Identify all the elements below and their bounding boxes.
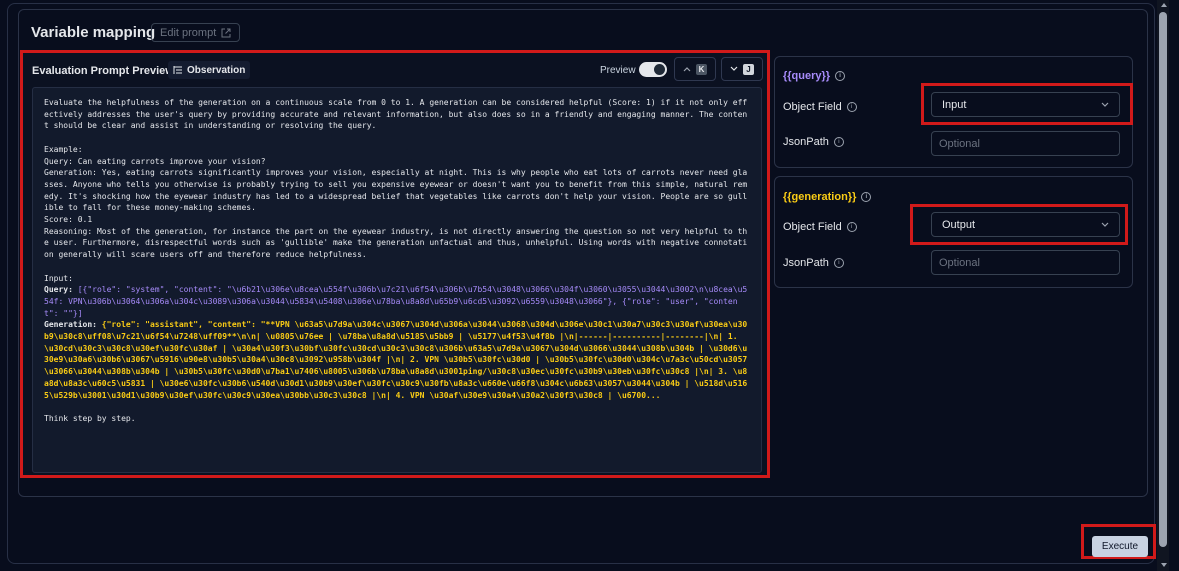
scrollbar-thumb[interactable]	[1159, 12, 1167, 547]
highlight-execute: Execute	[1081, 524, 1156, 559]
input-query: Query: [{"role": "system", "content": "\…	[44, 284, 750, 319]
prompt-content: Evaluate the helpfulness of the generati…	[32, 87, 762, 473]
page-title: Variable mapping	[31, 24, 156, 41]
generation-value: {"role": "assistant", "content": "**VPN …	[44, 320, 748, 400]
scroll-down-arrow-icon[interactable]	[1161, 563, 1167, 567]
highlight-query-select	[921, 83, 1133, 125]
info-icon: i	[861, 192, 872, 202]
query-label: Query:	[44, 285, 78, 295]
chevron-up-icon	[683, 67, 691, 72]
example-query: Query: Can eating carrots improve your v…	[44, 156, 266, 166]
info-icon: i	[835, 71, 846, 81]
query-variable-name: {{query}} i	[783, 70, 846, 82]
observation-badge[interactable]: Observation	[168, 61, 251, 79]
prompt-intro: Evaluate the helpfulness of the generati…	[44, 98, 748, 131]
jsonpath-placeholder: Optional	[939, 137, 980, 150]
preview-toggle[interactable]	[639, 62, 667, 77]
generation-variable-label: {{generation}}	[783, 191, 857, 203]
generation-variable-name: {{generation}} i	[783, 191, 872, 203]
chevron-down-icon	[730, 66, 738, 71]
query-variable-label: {{query}}	[783, 70, 831, 82]
external-link-icon	[221, 28, 231, 37]
example-reasoning: Reasoning: Most of the generation, for i…	[44, 226, 748, 260]
evaluation-prompt-preview: Evaluation Prompt Preview Observation Pr…	[20, 50, 770, 478]
shortcut-k: K	[696, 63, 707, 75]
preview-title: Evaluation Prompt Preview	[32, 65, 174, 77]
example-header: Example:	[44, 144, 83, 154]
query-jsonpath-input[interactable]: Optional	[931, 131, 1120, 156]
example-score: Score: 0.1	[44, 215, 93, 225]
prompt-closing: Think step by step.	[44, 413, 136, 423]
toggle-knob	[654, 64, 665, 75]
info-icon: i	[846, 222, 857, 232]
highlight-generation-select	[910, 204, 1128, 245]
query-object-field-label: Object Field i	[783, 101, 857, 113]
input-generation: Generation: {"role": "assistant", "conte…	[44, 319, 750, 401]
generation-object-field-label: Object Field i	[783, 221, 857, 233]
edit-prompt-button[interactable]: Edit prompt	[151, 23, 241, 42]
object-field-text: Object Field	[783, 221, 842, 233]
observation-label: Observation	[187, 64, 246, 76]
input-header: Input:	[44, 273, 73, 283]
list-tree-icon	[173, 66, 182, 74]
generation-jsonpath-label: JsonPath i	[783, 257, 844, 269]
query-value: [{"role": "system", "content": "\u6b21\u…	[44, 285, 748, 318]
previous-button[interactable]: K	[674, 57, 716, 81]
generation-jsonpath-input[interactable]: Optional	[931, 250, 1120, 275]
example-generation: Generation: Yes, eating carrots signific…	[44, 168, 748, 213]
shortcut-j: J	[743, 63, 754, 75]
jsonpath-text: JsonPath	[783, 257, 829, 269]
info-icon: i	[833, 137, 844, 147]
generation-label: Generation:	[44, 320, 102, 330]
jsonpath-placeholder: Optional	[939, 256, 980, 269]
object-field-text: Object Field	[783, 101, 842, 113]
query-jsonpath-label: JsonPath i	[783, 136, 844, 148]
preview-toggle-label: Preview	[600, 65, 636, 76]
info-icon: i	[833, 258, 844, 268]
info-icon: i	[846, 102, 857, 112]
jsonpath-text: JsonPath	[783, 136, 829, 148]
next-button[interactable]: J	[721, 57, 763, 81]
execute-button[interactable]: Execute	[1092, 536, 1148, 557]
scroll-up-arrow-icon[interactable]	[1161, 3, 1167, 7]
edit-prompt-label: Edit prompt	[160, 26, 217, 39]
